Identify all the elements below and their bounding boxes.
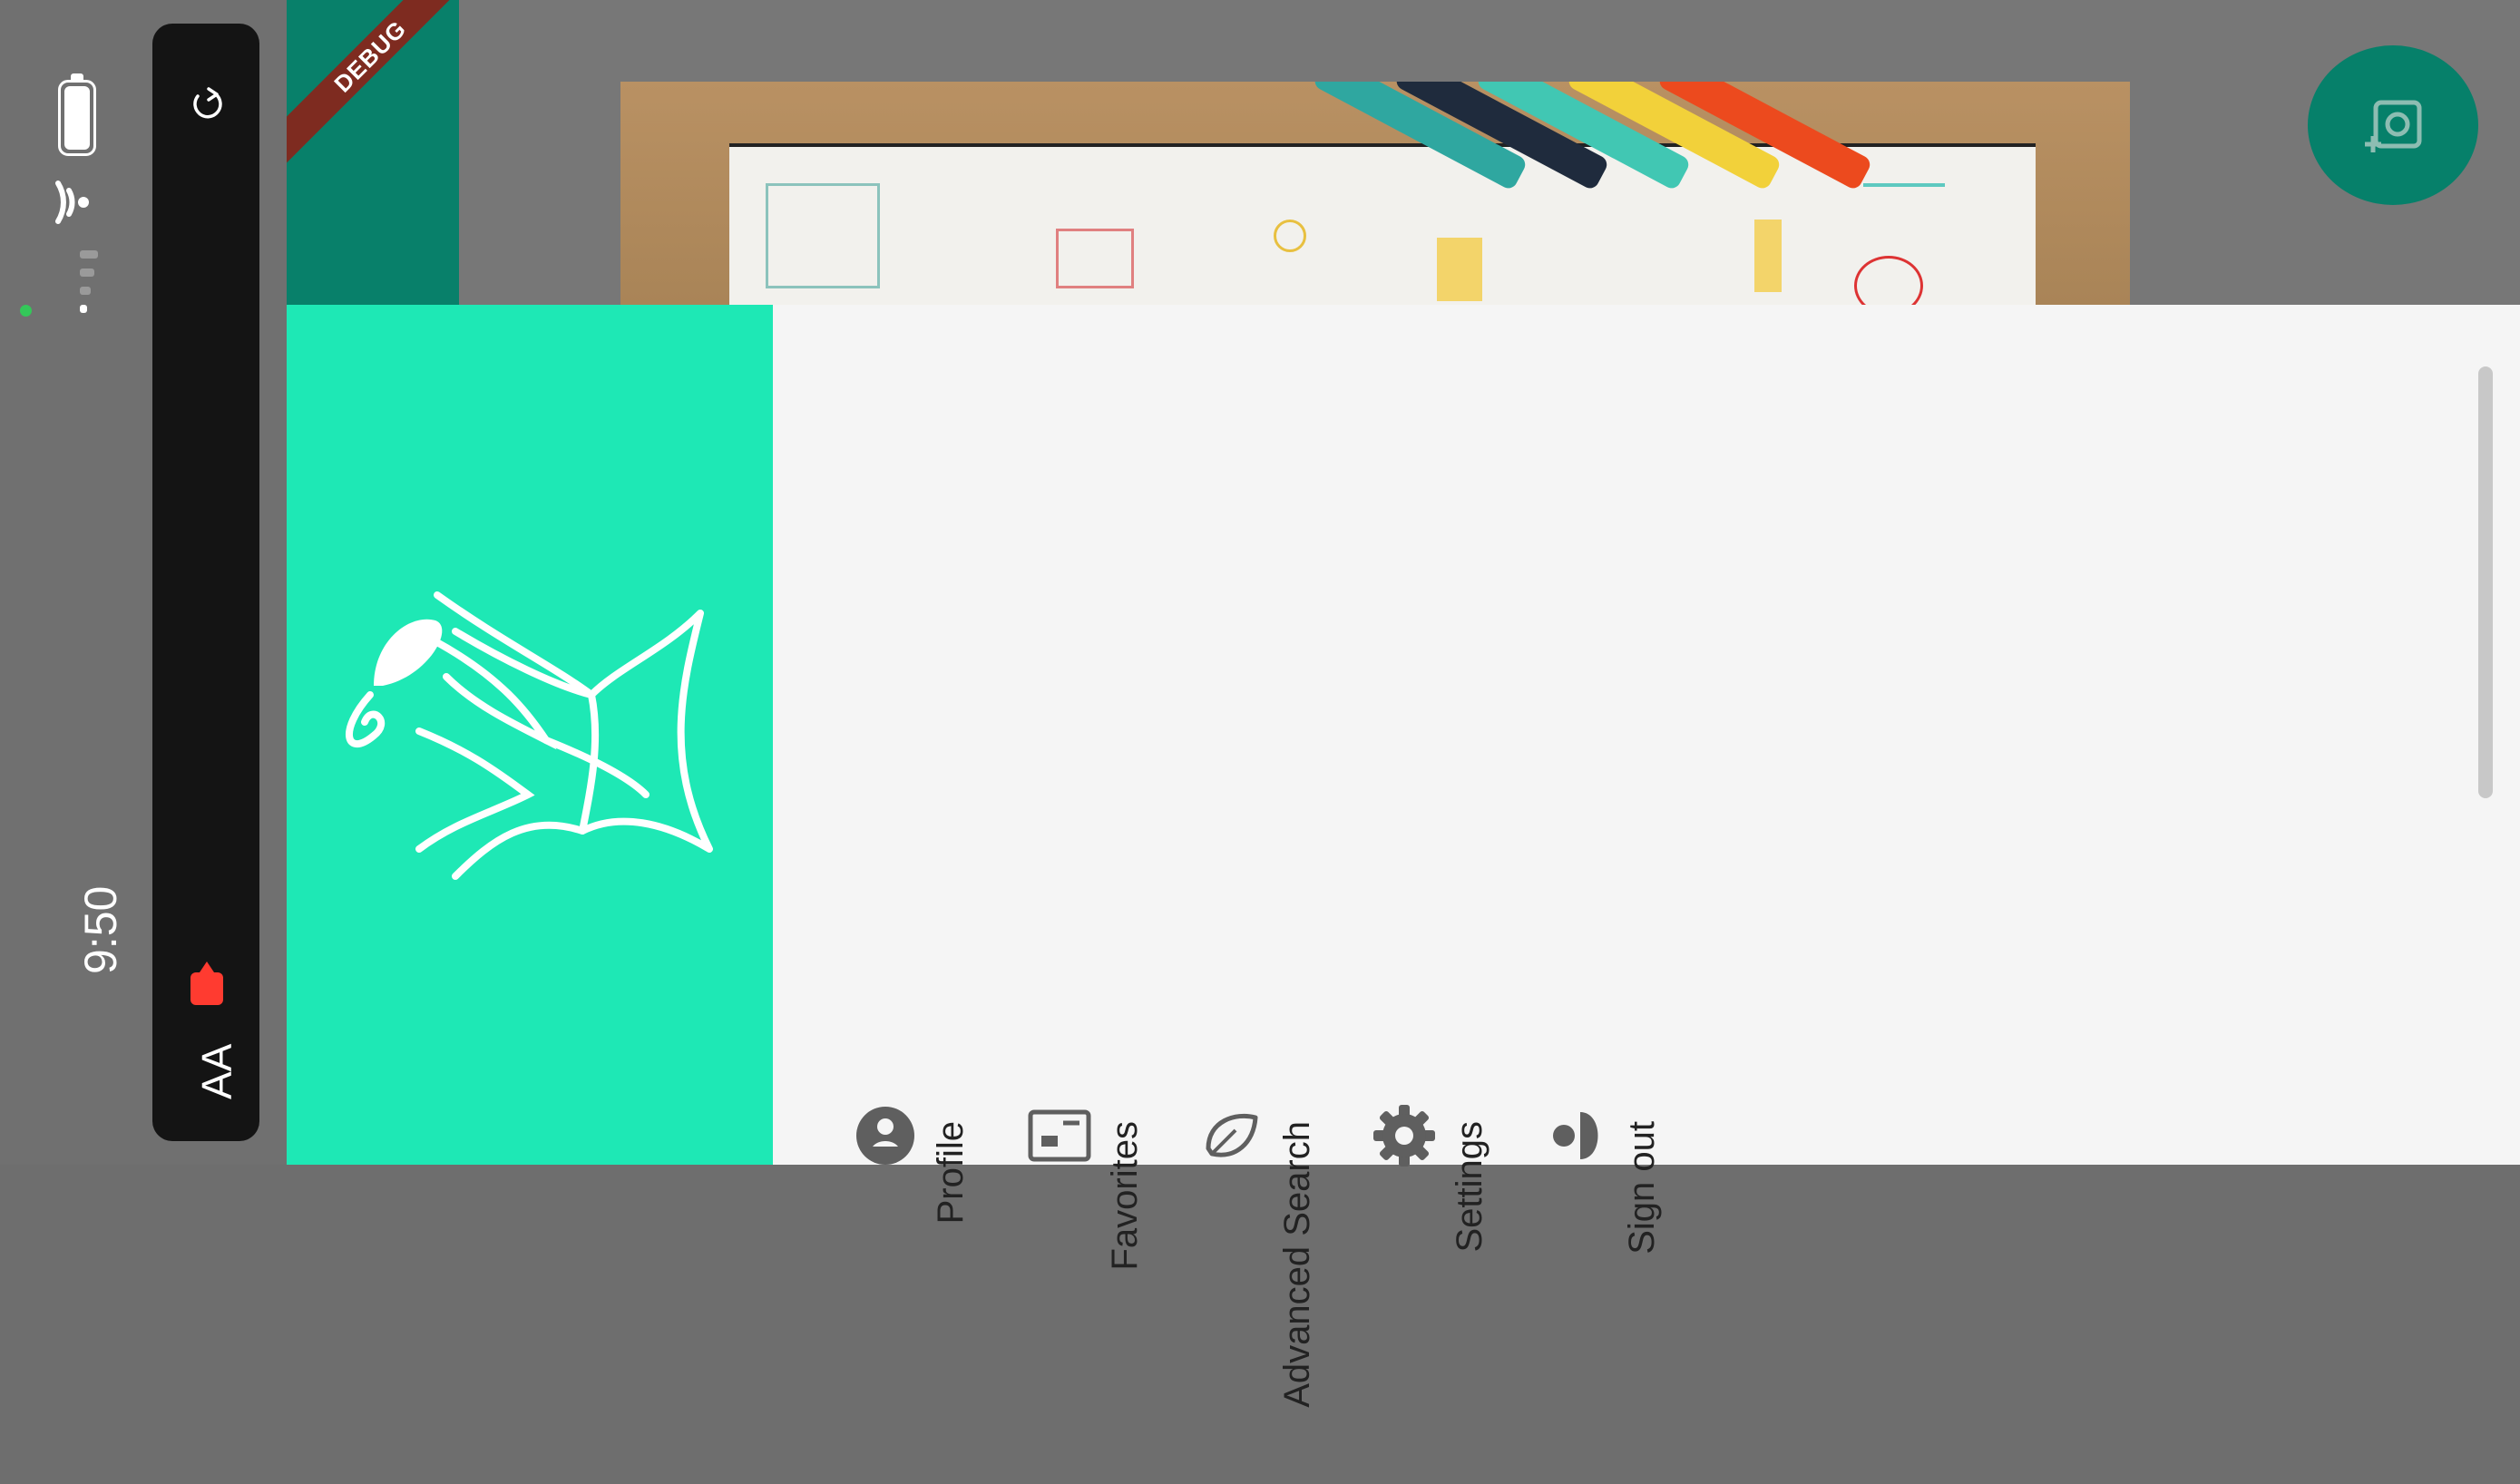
favorites-icon bbox=[1028, 1109, 1091, 1162]
navigation-drawer: Profile Favorites Advanced Search Settin… bbox=[287, 305, 2520, 1408]
drawer-item-label: Favorites bbox=[1105, 1121, 1145, 1271]
header-photo bbox=[620, 82, 2130, 305]
text-size-button[interactable]: AA bbox=[192, 1044, 241, 1099]
recording-indicator bbox=[20, 305, 32, 317]
leaf-icon bbox=[1206, 1113, 1258, 1157]
add-photo-button[interactable] bbox=[2308, 45, 2478, 205]
gear-icon bbox=[1373, 1105, 1435, 1167]
profile-icon bbox=[856, 1107, 914, 1165]
drawer-item-sign-out[interactable]: Sign out bbox=[1544, 822, 1671, 1255]
drawer-item-profile[interactable]: Profile bbox=[853, 822, 980, 1224]
drawer-header bbox=[287, 305, 773, 1165]
screen-recording-icon[interactable] bbox=[189, 960, 225, 1007]
drawer-scrollbar[interactable] bbox=[2478, 366, 2493, 798]
add-photo-icon bbox=[2365, 100, 2422, 152]
control-pill bbox=[152, 24, 259, 1141]
debug-banner: DEBUG bbox=[287, 0, 459, 164]
drawer-item-settings[interactable]: Settings bbox=[1372, 822, 1499, 1253]
drawer-item-label: Sign out bbox=[1622, 1121, 1662, 1255]
drawer-item-favorites[interactable]: Favorites bbox=[1027, 822, 1154, 1271]
wifi-icon bbox=[55, 181, 89, 224]
status-time: 9:50 bbox=[75, 885, 126, 974]
refresh-icon[interactable] bbox=[189, 85, 225, 122]
cellular-signal-icon bbox=[80, 250, 98, 313]
sign-out-icon bbox=[1553, 1112, 1598, 1159]
app-logo bbox=[346, 591, 713, 880]
drawer-item-label: Advanced Search bbox=[1277, 1121, 1317, 1408]
drawer-item-advanced-search[interactable]: Advanced Search bbox=[1199, 822, 1326, 1408]
battery-icon bbox=[58, 73, 96, 156]
drawer-item-label: Profile bbox=[931, 1121, 971, 1225]
drawer-item-label: Settings bbox=[1450, 1121, 1490, 1253]
app-bar: DEBUG bbox=[287, 0, 459, 305]
